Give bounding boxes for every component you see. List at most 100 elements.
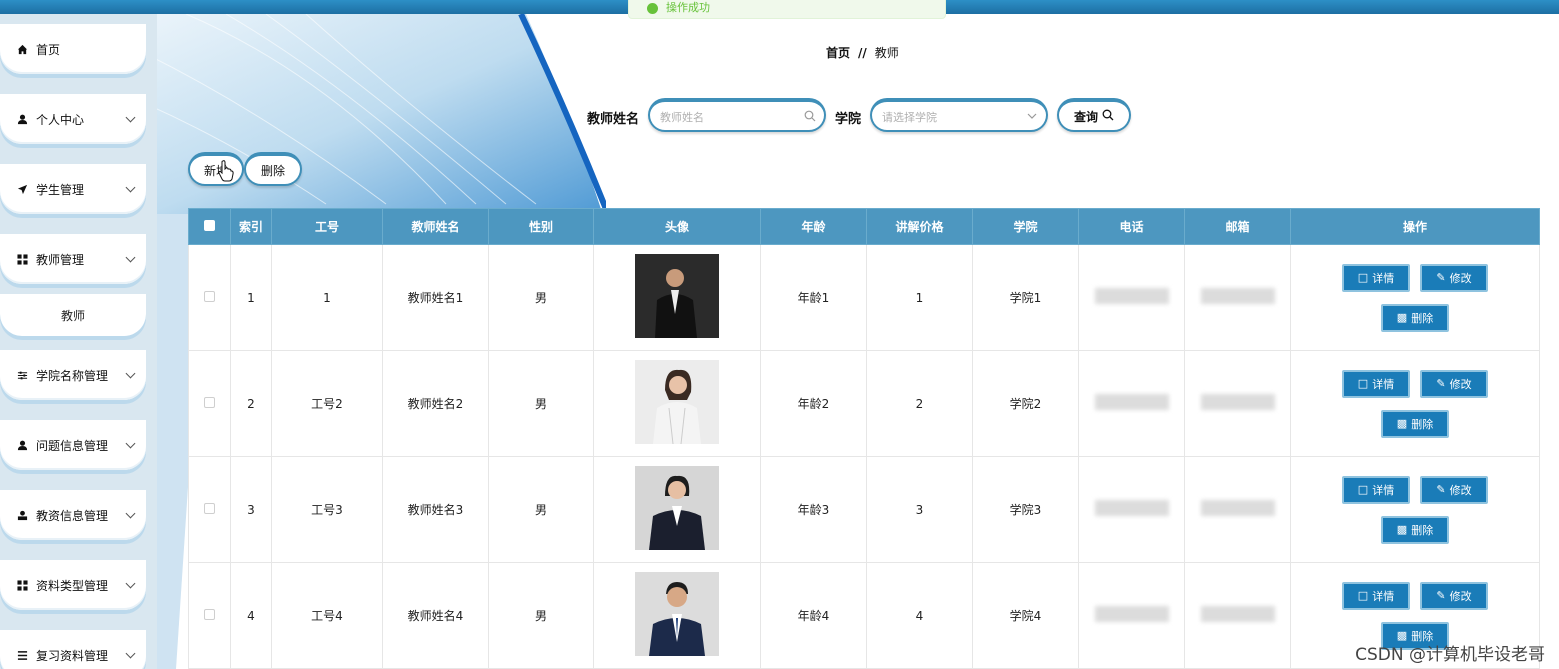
index-cell: 4 — [230, 562, 272, 669]
document-icon: □ — [1357, 483, 1369, 496]
index-cell: 1 — [230, 244, 272, 351]
chevron-down-icon — [125, 112, 136, 123]
index-cell: 2 — [230, 350, 272, 457]
column-header: 操作 — [1290, 208, 1540, 245]
sliders-icon — [16, 369, 28, 381]
gender-cell: 男 — [488, 244, 594, 351]
chevron-down-icon — [1026, 110, 1038, 125]
detail-button[interactable]: □ 详情 — [1342, 369, 1410, 398]
grid-icon — [16, 253, 28, 265]
actions-cell: □ 详情 ✎ 修改 ▩ 删除 — [1290, 456, 1540, 563]
name-cell: 教师姓名4 — [382, 562, 489, 669]
id-cell: 工号3 — [271, 456, 383, 563]
sidebar-item-home[interactable]: 首页 — [0, 24, 146, 74]
chevron-down-icon — [125, 252, 136, 263]
sidebar-item-label: 资料类型管理 — [36, 578, 109, 593]
sidebar-item-college-management[interactable]: 学院名称管理 — [0, 350, 146, 400]
delete-button[interactable]: ▩ 删除 — [1381, 515, 1449, 544]
column-header: 头像 — [593, 208, 761, 245]
watermark: CSDN @计算机毕设老哥 — [1355, 645, 1545, 665]
teacher-avatar — [635, 572, 719, 656]
sidebar-item-label: 个人中心 — [36, 112, 85, 127]
sidebar-item-review-material-management[interactable]: 复习资料管理 — [0, 630, 146, 669]
redacted-phone — [1094, 288, 1169, 304]
document-icon: □ — [1357, 271, 1369, 284]
row-checkbox[interactable] — [204, 290, 215, 302]
edit-button-label: 修改 — [1449, 271, 1472, 285]
row-checkbox[interactable] — [204, 502, 215, 514]
age-cell: 年龄1 — [760, 244, 867, 351]
college-cell: 学院4 — [972, 562, 1079, 669]
query-button-label: 查询 — [1073, 109, 1098, 124]
college-label: 学院 — [835, 112, 862, 127]
breadcrumb-separator: // — [858, 46, 867, 60]
column-header: 讲解价格 — [866, 208, 973, 245]
delete-button[interactable]: ▩ 删除 — [1381, 409, 1449, 438]
batch-delete-button[interactable]: 删除 — [244, 152, 302, 186]
avatar-cell — [593, 350, 761, 457]
chevron-down-icon — [125, 182, 136, 193]
sidebar-item-material-type-management[interactable]: 资料类型管理 — [0, 560, 146, 610]
row-checkbox[interactable] — [204, 608, 215, 620]
sidebar-item-label: 首页 — [36, 42, 61, 57]
detail-button[interactable]: □ 详情 — [1342, 263, 1410, 292]
avatar-cell — [593, 456, 761, 563]
edit-button[interactable]: ✎ 修改 — [1420, 581, 1488, 610]
redacted-email — [1200, 288, 1275, 304]
redacted-email — [1200, 606, 1275, 622]
row-select-cell[interactable] — [188, 456, 231, 563]
document-icon: □ — [1357, 589, 1369, 602]
breadcrumb-home[interactable]: 首页 — [826, 46, 850, 60]
detail-button[interactable]: □ 详情 — [1342, 581, 1410, 610]
college-cell: 学院1 — [972, 244, 1079, 351]
redacted-email — [1200, 394, 1275, 410]
edit-button[interactable]: ✎ 修改 — [1420, 263, 1488, 292]
edit-button[interactable]: ✎ 修改 — [1420, 369, 1488, 398]
column-header: 教师姓名 — [382, 208, 489, 245]
sidebar-item-personal-center[interactable]: 个人中心 — [0, 94, 146, 144]
sidebar-subitem-label: 教师 — [60, 308, 85, 323]
list-icon — [16, 649, 28, 661]
detail-button[interactable]: □ 详情 — [1342, 475, 1410, 504]
hand-cursor-icon — [218, 160, 234, 185]
check-circle-icon — [647, 2, 658, 14]
detail-button-label: 详情 — [1372, 377, 1395, 391]
price-cell: 2 — [866, 350, 973, 457]
phone-cell — [1078, 562, 1185, 669]
query-button[interactable]: 查询 — [1057, 98, 1131, 132]
sidebar-item-student-management[interactable]: 学生管理 — [0, 164, 146, 214]
sidebar-item-label: 学院名称管理 — [36, 368, 109, 383]
row-select-cell[interactable] — [188, 244, 231, 351]
college-cell: 学院2 — [972, 350, 1079, 457]
edit-button-label: 修改 — [1449, 589, 1472, 603]
redacted-email — [1200, 500, 1275, 516]
breadcrumb-current: 教师 — [874, 46, 899, 60]
row-select-cell[interactable] — [188, 562, 231, 669]
add-button[interactable]: 新增 — [188, 152, 244, 186]
sidebar-item-label: 问题信息管理 — [36, 438, 109, 453]
index-cell: 3 — [230, 456, 272, 563]
delete-button-label: 删除 — [1411, 417, 1434, 431]
delete-button-label: 删除 — [1411, 523, 1434, 537]
college-select[interactable]: 请选择学院 — [870, 98, 1048, 132]
user-stamp-icon — [16, 509, 28, 521]
toast-message: 操作成功 — [666, 1, 710, 14]
row-checkbox[interactable] — [204, 396, 215, 408]
id-cell: 工号2 — [271, 350, 383, 457]
row-select-cell[interactable] — [188, 350, 231, 457]
price-cell: 4 — [866, 562, 973, 669]
sidebar-item-teacher-management[interactable]: 教师管理 — [0, 234, 146, 284]
sidebar-subitem-teacher[interactable]: 教师 — [0, 294, 146, 336]
edit-button[interactable]: ✎ 修改 — [1420, 475, 1488, 504]
column-header: 学院 — [972, 208, 1079, 245]
sidebar-item-qualification-management[interactable]: 教资信息管理 — [0, 490, 146, 540]
select-all-header[interactable] — [188, 208, 231, 245]
delete-button[interactable]: ▩ 删除 — [1381, 303, 1449, 332]
document-icon: □ — [1357, 377, 1369, 390]
breadcrumb: 首页 // 教师 — [826, 44, 899, 61]
select-all-checkbox[interactable] — [204, 219, 215, 231]
column-header: 性别 — [488, 208, 594, 245]
sidebar-item-question-management[interactable]: 问题信息管理 — [0, 420, 146, 470]
teacher-name-search-input[interactable]: 教师姓名 — [648, 98, 826, 132]
sidebar: 首页 个人中心 学生管理 教师管理 教师 学院名称管理 问题信息管理 教资信息管… — [0, 14, 157, 669]
